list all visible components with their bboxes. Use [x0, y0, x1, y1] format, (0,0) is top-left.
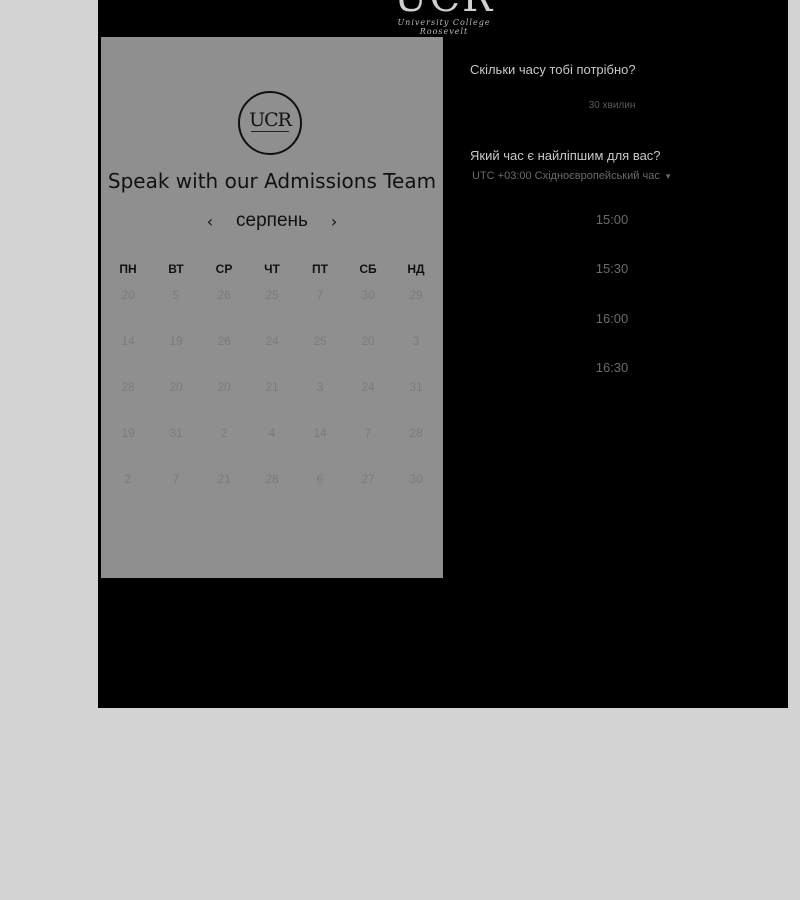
- ucr-seal-icon: UCR: [238, 91, 302, 155]
- calendar-day[interactable]: 28: [392, 426, 440, 440]
- calendar-day[interactable]: 26: [200, 334, 248, 348]
- calendar-day[interactable]: 14: [104, 334, 152, 348]
- calendar-day[interactable]: 30: [344, 288, 392, 302]
- calendar-week-row: 14 19 26 24 25 20 3: [104, 334, 440, 348]
- calendar-week-row: 28 20 20 21 3 24 31: [104, 380, 440, 394]
- calendar-week-row: 2 7 21 28 6 27 30: [104, 472, 440, 486]
- weekday-sat: СБ: [359, 262, 377, 276]
- calendar-day[interactable]: 24: [344, 380, 392, 394]
- calendar-day[interactable]: 29: [392, 288, 440, 302]
- calendar-day[interactable]: 6: [296, 472, 344, 486]
- calendar-day[interactable]: 2: [104, 472, 152, 486]
- month-nav: ‹ серпень ›: [101, 210, 443, 232]
- weekday-sun: НД: [407, 262, 425, 276]
- calendar-day[interactable]: 7: [344, 426, 392, 440]
- calendar-week-row: 20 5 26 25 7 30 29: [104, 288, 440, 302]
- calendar-day[interactable]: 28: [248, 472, 296, 486]
- calendar-day[interactable]: 3: [296, 380, 344, 394]
- calendar-day[interactable]: 21: [248, 380, 296, 394]
- duration-question: Скільки часу тобі потрібно?: [470, 62, 636, 77]
- panel-title: Speak with our Admissions Team: [107, 169, 437, 193]
- calendar-day[interactable]: 19: [152, 334, 200, 348]
- weekday-wed: СР: [215, 262, 233, 276]
- logo: UCR University College Roosevelt: [374, 0, 514, 36]
- calendar-day[interactable]: 20: [200, 380, 248, 394]
- calendar-day[interactable]: 24: [248, 334, 296, 348]
- weekday-header: ПН ВТ СР ЧТ ПТ СБ НД: [104, 262, 440, 276]
- calendar-day[interactable]: 25: [248, 288, 296, 302]
- duration-option[interactable]: 30 хвилин: [470, 100, 754, 111]
- calendar-day[interactable]: 7: [152, 472, 200, 486]
- calendar-day[interactable]: 7: [296, 288, 344, 302]
- seal-text: UCR: [249, 109, 292, 131]
- calendar-day[interactable]: 14: [296, 426, 344, 440]
- calendar-day[interactable]: 31: [392, 380, 440, 394]
- calendar-day[interactable]: 27: [344, 472, 392, 486]
- calendar-day[interactable]: 19: [104, 426, 152, 440]
- month-label: серпень: [236, 210, 308, 231]
- calendar-day[interactable]: 30: [392, 472, 440, 486]
- calendar-day[interactable]: 26: [200, 288, 248, 302]
- timezone-label: UTC +03:00 Східноєвропейський час: [472, 170, 660, 182]
- weekday-tue: ВТ: [168, 262, 184, 276]
- calendar-day[interactable]: 5: [152, 288, 200, 302]
- weekday-thu: ЧТ: [264, 262, 280, 276]
- calendar-day[interactable]: 20: [152, 380, 200, 394]
- booking-widget: UCR University College Roosevelt UCR Spe…: [98, 0, 788, 708]
- calendar-day[interactable]: 20: [344, 334, 392, 348]
- calendar-day[interactable]: 20: [104, 288, 152, 302]
- calendar-week-row: 19 31 2 4 14 7 28: [104, 426, 440, 440]
- seal-underline: [251, 131, 289, 135]
- logo-mark: UCR: [374, 0, 514, 18]
- weekday-mon: ПН: [119, 262, 137, 276]
- calendar-day[interactable]: 28: [104, 380, 152, 394]
- time-slot-button[interactable]: 16:00: [472, 299, 752, 337]
- calendar-day[interactable]: 31: [152, 426, 200, 440]
- prev-month-icon[interactable]: ‹: [199, 212, 221, 231]
- weekday-fri: ПТ: [312, 262, 328, 276]
- calendar-panel: UCR Speak with our Admissions Team ‹ сер…: [101, 37, 443, 578]
- calendar-day[interactable]: 21: [200, 472, 248, 486]
- time-slot-button[interactable]: 15:30: [472, 249, 752, 287]
- chevron-down-icon: ▾: [665, 171, 671, 181]
- time-question: Який час є найліпшим для вас?: [470, 148, 661, 163]
- calendar-day[interactable]: 3: [392, 334, 440, 348]
- timezone-select[interactable]: UTC +03:00 Східноєвропейський час ▾: [472, 170, 670, 182]
- next-month-icon[interactable]: ›: [323, 212, 345, 231]
- calendar-day[interactable]: 2: [200, 426, 248, 440]
- time-slot-button[interactable]: 15:00: [472, 200, 752, 238]
- calendar-day[interactable]: 25: [296, 334, 344, 348]
- time-slot-button[interactable]: 16:30: [472, 348, 752, 386]
- calendar-day[interactable]: 4: [248, 426, 296, 440]
